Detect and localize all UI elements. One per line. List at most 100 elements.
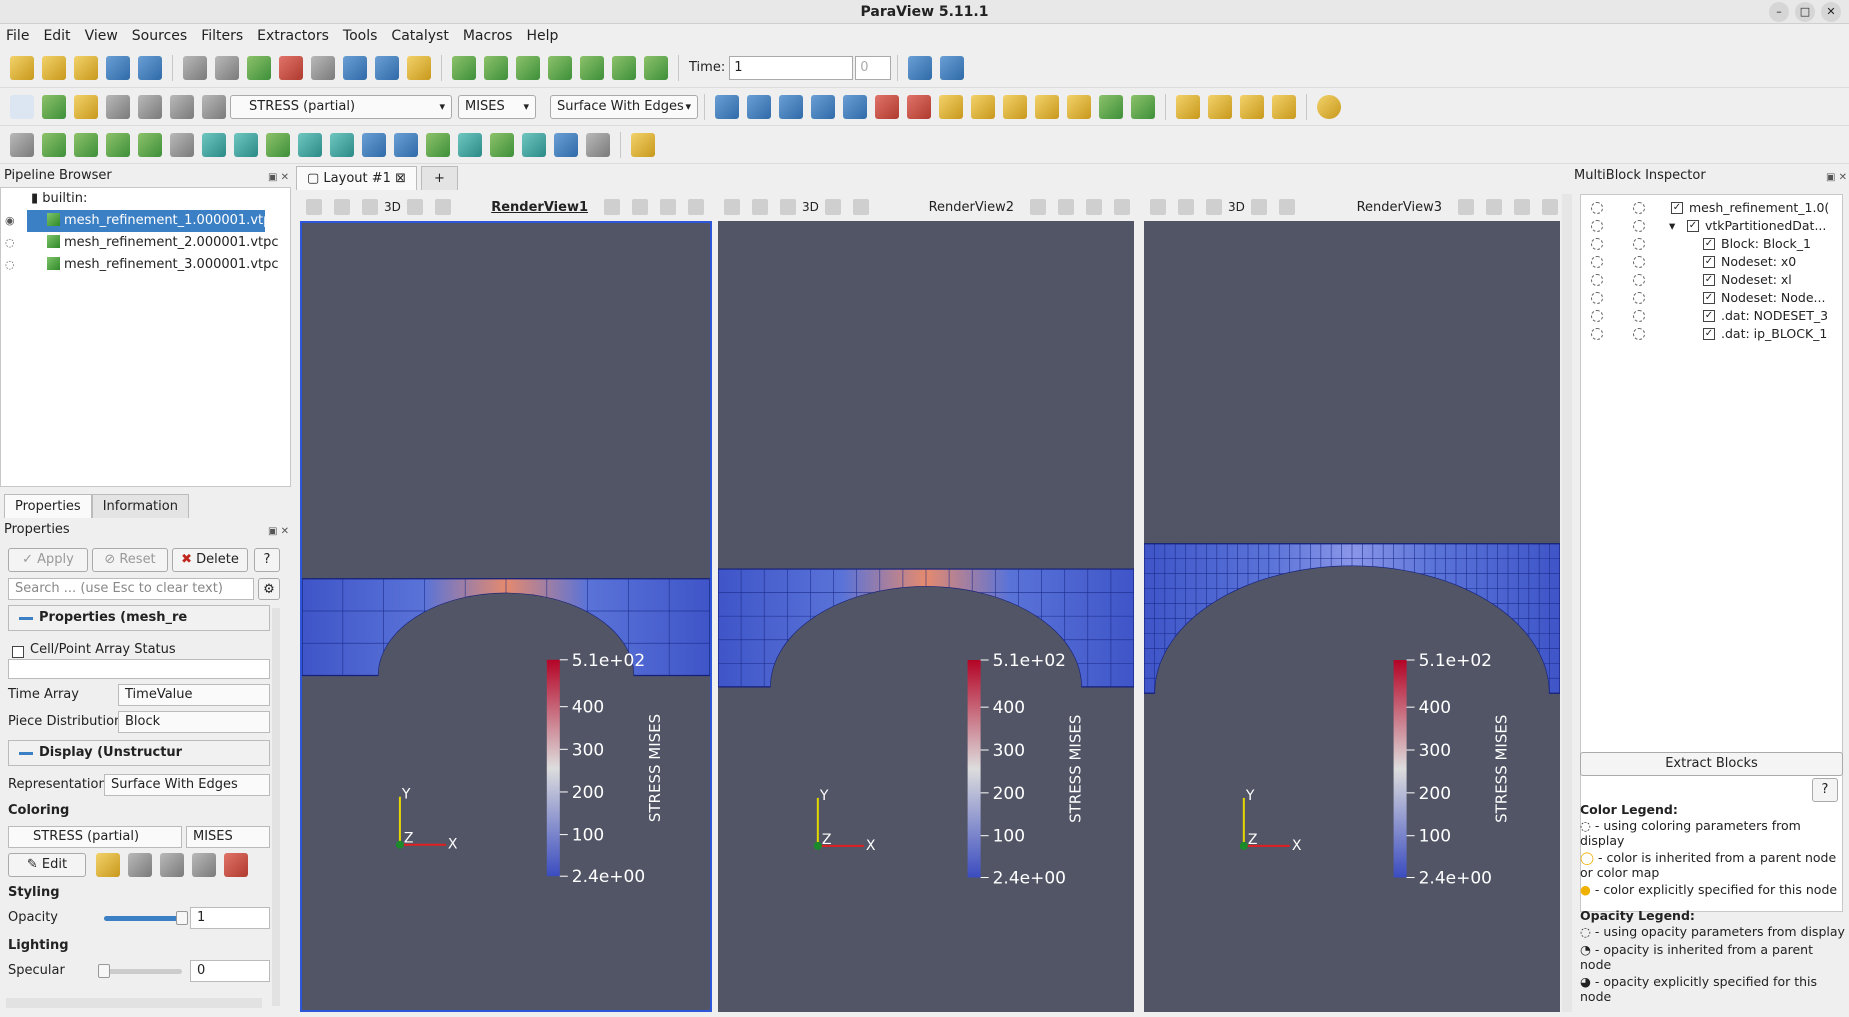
split-horizontal-icon[interactable] [1458,199,1474,215]
mbi-help-button[interactable]: ? [1812,778,1838,802]
rescale-temporal-icon[interactable] [170,94,194,119]
disconnect-icon[interactable] [138,55,162,80]
menu-edit[interactable]: Edit [43,28,70,44]
camera-icon[interactable] [752,199,768,215]
mbi-row[interactable]: ✓ .dat: ip_BLOCK_1 [1581,325,1843,343]
specular-input[interactable]: 0 [190,960,270,982]
view-mode-toggle[interactable]: 3D [384,200,401,214]
minimize-button[interactable]: – [1769,2,1789,22]
load-state-icon[interactable] [183,55,207,80]
visible-eye-icon[interactable]: ◉ [5,214,15,227]
view-name[interactable]: RenderView2 [929,200,1014,215]
maximize-view-icon[interactable] [1086,199,1102,215]
mbi-row[interactable]: ✓ Nodeset: Node... [1581,289,1843,307]
specular-slider[interactable] [98,964,182,978]
view-name[interactable]: RenderView1 [491,200,588,215]
pipeline-item-3[interactable]: mesh_refinement_3.000001.vtpc [47,254,279,276]
rescale-custom-icon[interactable] [160,853,184,877]
render-canvas[interactable]: 5.1e+02 2.4e+00 400 300 200 100 STRESS MISES X Y… [718,221,1134,1012]
render-canvas[interactable]: 5.1e+02 2.4e+00 400 300 200 100 STRESS MISES X Y… [302,223,710,1010]
representation-select[interactable]: Surface With Edges [550,94,698,119]
view-plus-x-icon[interactable] [875,94,899,119]
extract-level-icon[interactable] [330,132,354,157]
capture-icon[interactable] [1150,199,1166,215]
reset-button[interactable]: ⊘ Reset [92,548,168,572]
opacity-state-icon[interactable] [1633,238,1645,250]
next-frame-icon[interactable] [580,55,604,80]
gradient-icon[interactable] [554,132,578,157]
screenshot-icon[interactable] [780,199,796,215]
block-checkbox[interactable]: ✓ [1671,202,1683,214]
rescale-temporal-icon[interactable] [192,853,216,877]
mbi-row[interactable]: ✓ Nodeset: xl [1581,271,1843,289]
rescale-custom-range-icon[interactable] [138,94,162,119]
toggle-color-legend-icon[interactable] [10,94,34,119]
piece-distribution-select[interactable]: Block [118,711,270,733]
close-button[interactable]: ✕ [1821,2,1841,22]
previous-frame-icon[interactable] [484,55,508,80]
view-minus-y-icon[interactable] [971,94,995,119]
opacity-state-icon[interactable] [1633,274,1645,286]
color-state-icon[interactable] [1591,292,1603,304]
mbi-row[interactable]: ✓ mesh_refinement_1.0( [1581,199,1843,217]
advanced-gear-icon[interactable]: ⚙ [258,578,280,600]
zoom-box-icon[interactable] [811,94,835,119]
array-status-list[interactable] [8,659,270,679]
panel-buttons-icon[interactable]: ▣ ✕ [268,522,289,542]
tab-information[interactable]: Information [91,494,189,518]
opacity-state-icon[interactable] [1633,328,1645,340]
extract-subset-icon[interactable] [170,132,194,157]
maximize-view-icon[interactable] [660,199,676,215]
block-checkbox[interactable]: ✓ [1703,238,1715,250]
split-vertical-icon[interactable] [1486,199,1502,215]
display-section-header[interactable]: Display (Unstructur [8,740,270,766]
select-icon[interactable] [1278,199,1295,215]
view-mode-toggle[interactable]: 3D [1228,200,1245,214]
close-view-icon[interactable] [1542,199,1558,215]
zoom-icon[interactable] [1250,199,1267,215]
color-legend[interactable]: 5.1e+02 2.4e+00 400 300 200 100 STRESS MISES [546,651,664,887]
color-state-icon[interactable] [1591,256,1603,268]
last-frame-icon[interactable] [612,55,636,80]
plot-selection-icon[interactable] [522,132,546,157]
view-name[interactable]: RenderView3 [1357,200,1442,215]
histogram-icon[interactable] [426,132,450,157]
opacity-state-icon[interactable] [1633,292,1645,304]
tab-properties[interactable]: Properties [4,494,92,518]
view-minus-x-icon[interactable] [907,94,931,119]
capture-icon[interactable] [724,199,740,215]
menu-filters[interactable]: Filters [201,28,243,44]
mbi-row[interactable]: ✓ Nodeset: x0 [1581,253,1843,271]
view-plus-y-icon[interactable] [939,94,963,119]
zoom-closest-icon[interactable] [940,55,965,80]
menu-catalyst[interactable]: Catalyst [391,28,448,44]
reset-closest-icon[interactable] [747,94,771,119]
menu-sources[interactable]: Sources [132,28,187,44]
save-data-icon[interactable] [74,55,98,80]
color-state-icon[interactable] [1591,202,1603,214]
light-kit-icon[interactable] [1317,94,1341,119]
cellpoint-checkbox[interactable] [12,646,24,658]
properties-search-input[interactable]: Search ... (use Esc to clear text) [8,578,254,600]
warp-vector-icon[interactable] [266,132,290,157]
rotate-cw-icon[interactable] [1099,94,1123,119]
auto-apply-icon[interactable] [247,55,271,80]
edit-color-map-icon[interactable] [42,94,66,119]
reset-camera-icon[interactable] [715,94,739,119]
camera-undo-icon[interactable] [375,55,399,80]
cellpoint-checkbox-row[interactable]: Cell/Point Array Status [12,642,176,658]
pipeline-item-1[interactable]: mesh_refinement_1.000001.vtpc [27,210,279,232]
slice-icon[interactable] [106,132,130,157]
extract-blocks-button[interactable]: Extract Blocks [1580,752,1843,776]
screenshot-icon[interactable] [1206,199,1222,215]
pipeline-item-2[interactable]: mesh_refinement_2.000001.vtpc [47,232,279,254]
first-frame-icon[interactable] [452,55,476,80]
python-calculator-icon[interactable] [458,132,482,157]
opacity-state-icon[interactable] [1633,220,1645,232]
opacity-input[interactable]: 1 [190,907,270,929]
maximize-view-icon[interactable] [1514,199,1530,215]
block-checkbox[interactable]: ✓ [1703,310,1715,322]
block-checkbox[interactable]: ✓ [1703,328,1715,340]
reverse-icon[interactable] [516,55,540,80]
undo-icon[interactable] [279,55,303,80]
